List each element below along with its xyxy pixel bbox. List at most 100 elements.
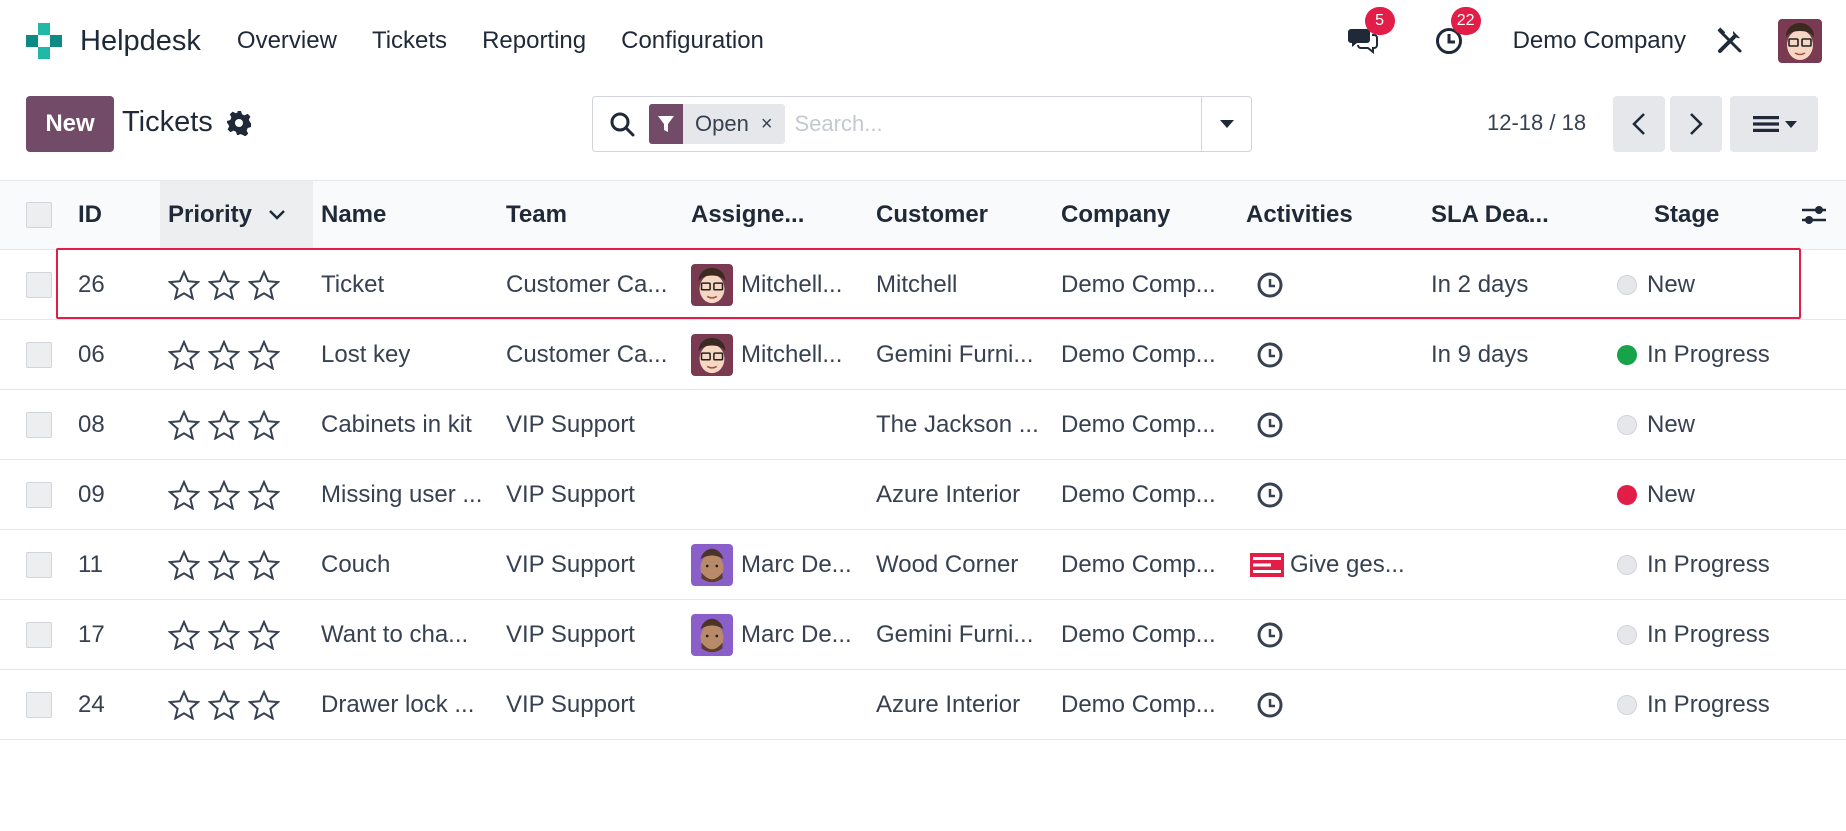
star-icon[interactable] xyxy=(208,619,240,650)
table-row[interactable]: 06 Lost key Customer Ca... Mitchell... G… xyxy=(0,320,1846,390)
view-switcher-button[interactable] xyxy=(1730,96,1818,152)
col-assignee[interactable]: Assigne... xyxy=(691,181,804,249)
company-switcher[interactable]: Demo Company xyxy=(1513,27,1686,55)
pager-value[interactable]: 12-18 / 18 xyxy=(1487,110,1586,136)
gear-icon[interactable] xyxy=(226,110,252,136)
star-icon[interactable] xyxy=(248,689,280,720)
activities-button[interactable]: 22 xyxy=(1431,7,1481,59)
star-icon[interactable] xyxy=(208,549,240,580)
table-row[interactable]: 24 Drawer lock ... VIP Support Azure Int… xyxy=(0,670,1846,740)
star-icon[interactable] xyxy=(168,479,200,510)
row-activities[interactable] xyxy=(1246,460,1422,529)
star-icon[interactable] xyxy=(168,339,200,370)
pager-next-button[interactable] xyxy=(1670,96,1722,152)
messages-button[interactable]: 5 xyxy=(1345,7,1395,59)
table-row[interactable]: 09 Missing user ... VIP Support Azure In… xyxy=(0,460,1846,530)
kanban-state-dot[interactable] xyxy=(1617,344,1637,365)
row-stage-text: In Progress xyxy=(1647,340,1770,368)
row-checkbox[interactable] xyxy=(26,271,52,298)
star-icon[interactable] xyxy=(208,269,240,300)
row-checkbox[interactable] xyxy=(26,411,52,438)
clock-icon[interactable] xyxy=(1256,621,1284,649)
col-priority[interactable]: Priority xyxy=(168,181,308,249)
star-icon[interactable] xyxy=(208,339,240,370)
overdue-activity-icon[interactable] xyxy=(1250,552,1284,577)
clock-icon[interactable] xyxy=(1256,341,1284,369)
star-icon[interactable] xyxy=(168,619,200,650)
clock-icon[interactable] xyxy=(1256,271,1284,299)
row-priority xyxy=(168,600,280,669)
activity-icon-slot xyxy=(1256,341,1284,369)
clock-icon[interactable] xyxy=(1256,481,1284,509)
row-activities[interactable] xyxy=(1246,320,1422,389)
row-checkbox[interactable] xyxy=(26,621,52,648)
select-all-checkbox[interactable] xyxy=(26,202,52,228)
col-customer[interactable]: Customer xyxy=(876,181,988,249)
pager-previous-button[interactable] xyxy=(1613,96,1665,152)
row-id: 06 xyxy=(78,320,158,389)
table-row[interactable]: 17 Want to cha... VIP Support Marc De...… xyxy=(0,600,1846,670)
star-icon[interactable] xyxy=(168,689,200,720)
kanban-state-dot[interactable] xyxy=(1617,274,1637,295)
star-icon[interactable] xyxy=(168,269,200,300)
col-team[interactable]: Team xyxy=(506,181,567,249)
row-activities[interactable] xyxy=(1246,390,1422,459)
col-activities[interactable]: Activities xyxy=(1246,181,1353,249)
sliders-icon xyxy=(1802,206,1826,224)
kanban-state-dot[interactable] xyxy=(1617,694,1637,715)
user-avatar[interactable] xyxy=(1778,19,1822,63)
col-sla[interactable]: SLA Dea... xyxy=(1431,181,1549,249)
search-icon[interactable] xyxy=(607,109,637,139)
search-input[interactable] xyxy=(794,111,1175,137)
search-options-toggle[interactable] xyxy=(1201,97,1251,151)
star-icon[interactable] xyxy=(248,479,280,510)
clock-icon[interactable] xyxy=(1256,691,1284,719)
star-icon[interactable] xyxy=(208,409,240,440)
row-checkbox[interactable] xyxy=(26,551,52,578)
row-activities[interactable]: Give ges... xyxy=(1246,530,1422,599)
kanban-state-dot[interactable] xyxy=(1617,554,1637,575)
col-company[interactable]: Company xyxy=(1061,181,1170,249)
col-id[interactable]: ID xyxy=(78,181,102,249)
row-team-text: VIP Support xyxy=(506,620,635,648)
table-row[interactable]: 26 Ticket Customer Ca... Mitchell... Mit… xyxy=(0,250,1846,320)
row-activities[interactable] xyxy=(1246,250,1422,319)
menu-configuration[interactable]: Configuration xyxy=(621,27,764,55)
facet-remove-icon[interactable]: × xyxy=(761,113,785,136)
star-icon[interactable] xyxy=(248,339,280,370)
star-icon[interactable] xyxy=(248,269,280,300)
menu-reporting[interactable]: Reporting xyxy=(482,27,586,55)
star-icon[interactable] xyxy=(208,479,240,510)
app-brand[interactable]: Helpdesk xyxy=(24,21,201,61)
col-stage[interactable]: Stage xyxy=(1654,181,1719,249)
star-icon[interactable] xyxy=(168,549,200,580)
menu-overview[interactable]: Overview xyxy=(237,27,337,55)
star-icon[interactable] xyxy=(248,619,280,650)
star-icon[interactable] xyxy=(168,409,200,440)
systray: 5 22 Demo Company xyxy=(1345,0,1822,82)
col-name[interactable]: Name xyxy=(321,181,386,249)
row-activities[interactable] xyxy=(1246,600,1422,669)
row-checkbox[interactable] xyxy=(26,341,52,368)
row-checkbox[interactable] xyxy=(26,691,52,718)
table-row[interactable]: 11 Couch VIP Support Marc De... Wood Cor… xyxy=(0,530,1846,600)
col-name-label: Name xyxy=(321,201,387,228)
kanban-state-dot[interactable] xyxy=(1617,414,1637,435)
star-icon[interactable] xyxy=(208,689,240,720)
clock-icon[interactable] xyxy=(1256,411,1284,439)
kanban-state-dot[interactable] xyxy=(1617,484,1637,505)
optional-columns-toggle[interactable] xyxy=(1800,181,1828,249)
debug-button[interactable] xyxy=(1712,23,1748,59)
star-icon[interactable] xyxy=(248,549,280,580)
row-team-text: VIP Support xyxy=(506,480,635,508)
assignee-avatar xyxy=(691,543,733,586)
menu-tickets[interactable]: Tickets xyxy=(372,27,447,55)
kanban-state-dot[interactable] xyxy=(1617,624,1637,645)
table-row[interactable]: 08 Cabinets in kit VIP Support The Jacks… xyxy=(0,390,1846,460)
row-stage-text: In Progress xyxy=(1647,620,1770,648)
new-button[interactable]: New xyxy=(26,96,114,152)
row-checkbox[interactable] xyxy=(26,481,52,508)
row-activities[interactable] xyxy=(1246,670,1422,739)
star-icon[interactable] xyxy=(248,409,280,440)
row-assignee: Marc De... xyxy=(691,600,867,669)
